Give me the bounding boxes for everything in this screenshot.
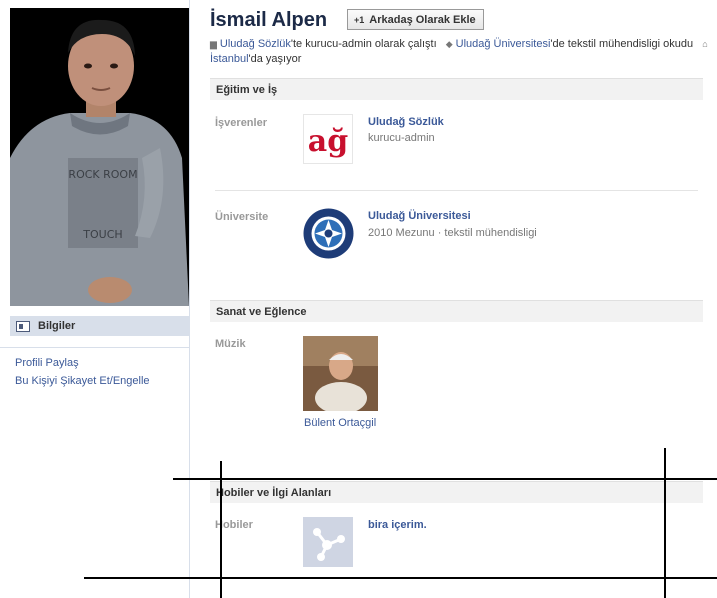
profile-name: İsmail Alpen <box>210 9 328 31</box>
sidebar-divider <box>0 347 189 348</box>
hobby-item-link[interactable]: bira içerim. <box>368 519 427 531</box>
school-link[interactable]: Uludağ Üniversitesi <box>456 38 551 50</box>
svg-text:ROCK ROOM: ROCK ROOM <box>68 168 137 181</box>
home-icon: ⌂ <box>702 39 708 49</box>
add-friend-button[interactable]: +1 Arkadaş Olarak Ekle <box>347 9 484 30</box>
uludag-sozluk-logo-icon: ağ <box>304 115 352 163</box>
sidebar-item-label: Bilgiler <box>38 320 76 332</box>
profile-picture[interactable]: ROCK ROOM TOUCH <box>10 8 189 306</box>
employer-logo[interactable]: ağ <box>303 114 353 164</box>
left-column: ROCK ROOM TOUCH Bilgiler Profili Paylaş … <box>0 0 190 598</box>
city-link[interactable]: İstanbul <box>210 53 249 65</box>
hobby-thumbnail[interactable] <box>303 517 353 567</box>
profile-summary-line: ▆ Uludağ Sözlük'te kurucu-admin olarak ça… <box>210 38 711 50</box>
work-text: 'te kurucu-admin olarak çalıştı <box>290 38 437 50</box>
university-name-link[interactable]: Uludağ Üniversitesi <box>368 210 471 222</box>
artist-photo-image <box>303 336 378 411</box>
university-label: Üniversite <box>215 211 269 223</box>
artist-photo[interactable] <box>303 336 378 411</box>
music-label: Müzik <box>215 338 246 350</box>
annotation-line-vertical-left <box>220 461 222 598</box>
annotation-line-horizontal-top <box>173 478 717 480</box>
artist-name-link[interactable]: Bülent Ortaçgil <box>304 417 376 429</box>
employers-label: İşverenler <box>215 117 267 129</box>
share-nodes-icon <box>303 517 353 567</box>
add-friend-icon: +1 <box>354 14 365 25</box>
annotation-line-horizontal-bottom <box>84 577 717 579</box>
briefcase-icon: ▆ <box>210 39 217 49</box>
city-text: 'da yaşıyor <box>248 53 302 65</box>
university-seal-icon <box>303 208 354 259</box>
annotation-line-vertical-right <box>664 448 666 598</box>
info-card-icon <box>16 320 30 332</box>
profile-photo-image: ROCK ROOM TOUCH <box>10 8 189 306</box>
sidebar-item-info[interactable]: Bilgiler <box>10 316 189 336</box>
profile-location-line: İstanbul'da yaşıyor <box>210 53 301 65</box>
employer-role: kurucu-admin <box>368 132 435 144</box>
work-link[interactable]: Uludağ Sözlük <box>220 38 291 50</box>
add-friend-label: Arkadaş Olarak Ekle <box>369 13 476 26</box>
svg-text:TOUCH: TOUCH <box>82 228 122 241</box>
section-header-education-work: Eğitim ve İş <box>210 78 703 100</box>
university-detail: 2010 Mezunu · tekstil mühendisligi <box>368 227 537 239</box>
logo-text: ağ <box>308 124 348 159</box>
graduation-cap-icon: ◆ <box>445 39 453 49</box>
section-divider <box>215 190 698 191</box>
report-block-link[interactable]: Bu Kişiyi Şikayet Et/Engelle <box>15 375 150 387</box>
school-text: 'de tekstil mühendisligi okudu <box>550 38 694 50</box>
section-header-arts-entertainment: Sanat ve Eğlence <box>210 300 703 322</box>
share-profile-link[interactable]: Profili Paylaş <box>15 357 79 369</box>
employer-name-link[interactable]: Uludağ Sözlük <box>368 116 444 128</box>
section-header-hobbies: Hobiler ve İlgi Alanları <box>210 481 703 503</box>
university-logo[interactable] <box>303 208 354 259</box>
